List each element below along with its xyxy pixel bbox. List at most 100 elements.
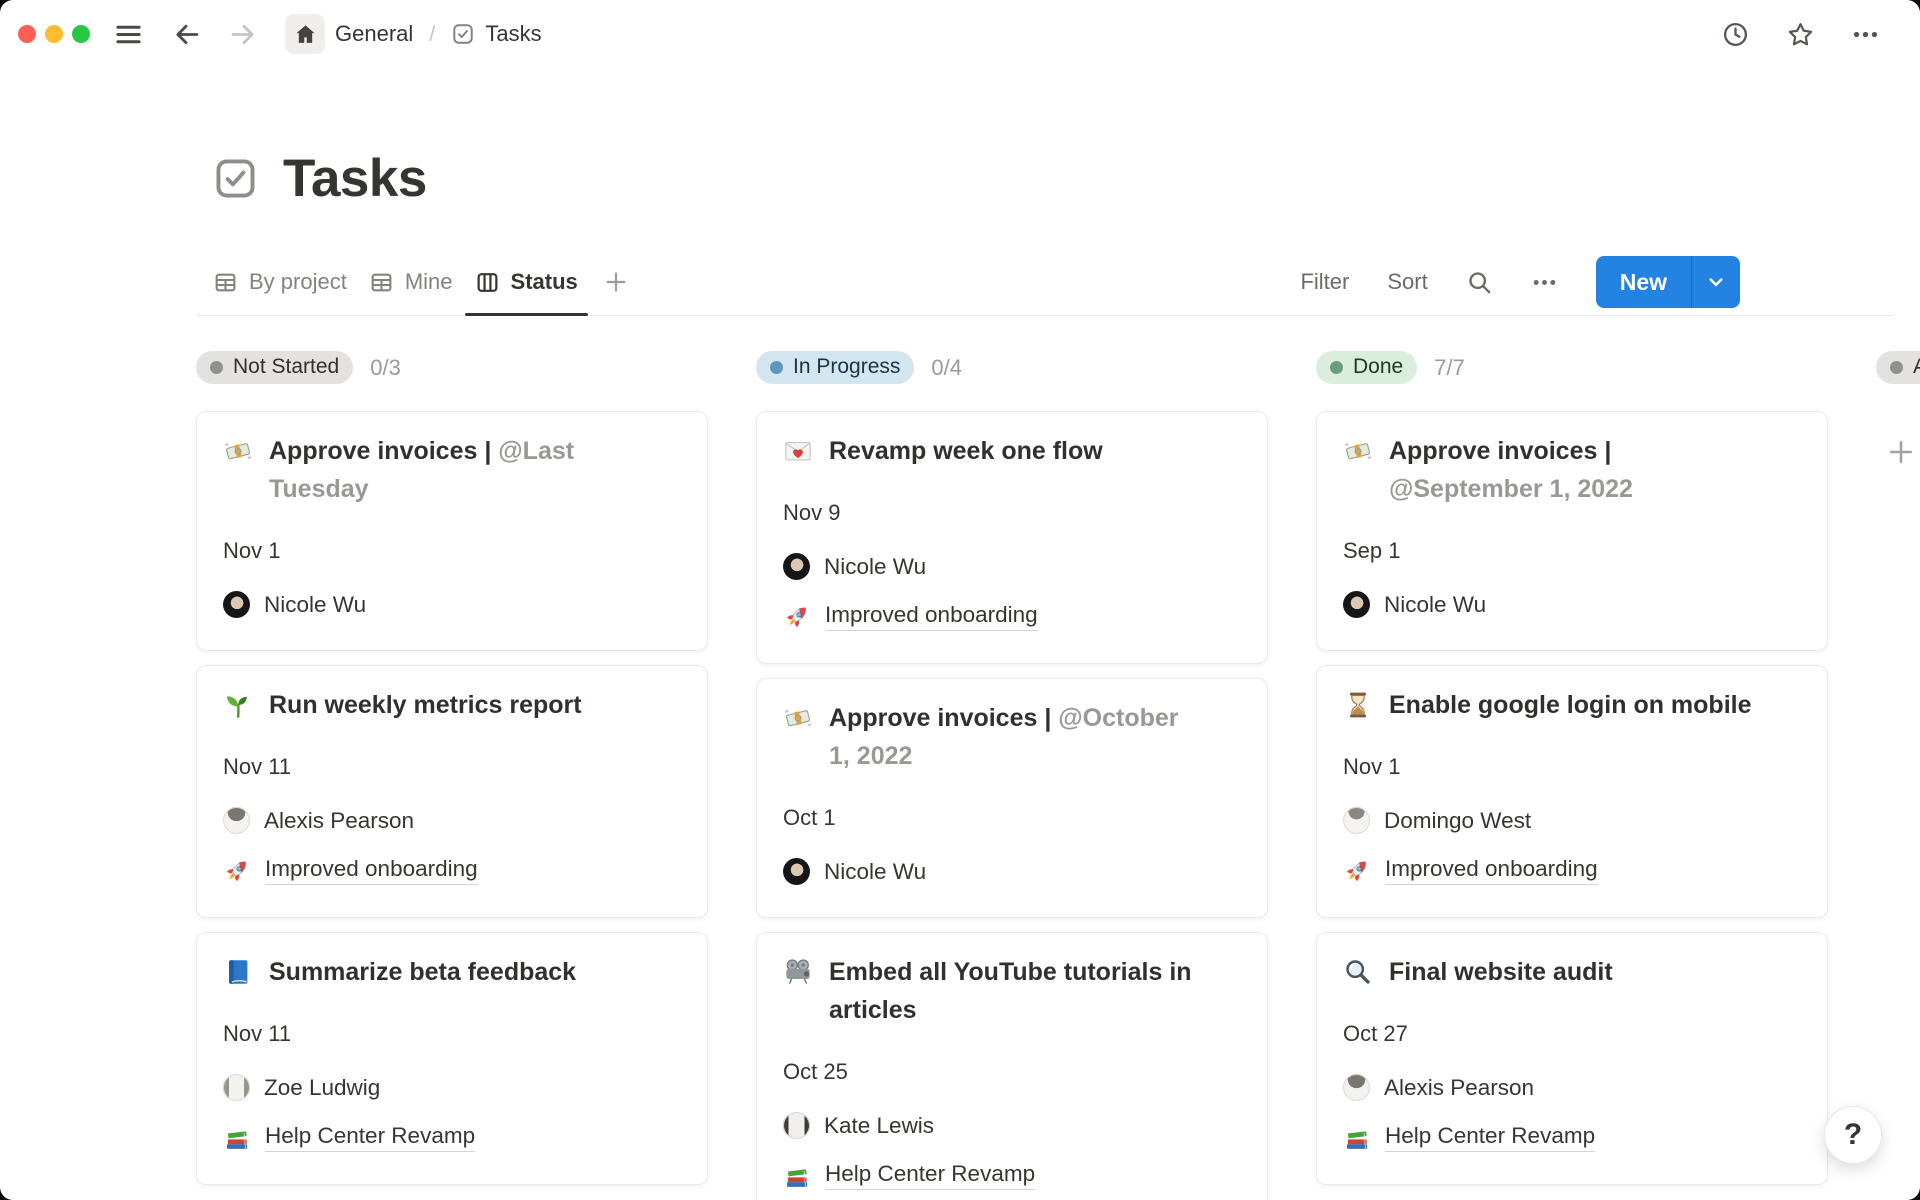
tab-label: Status (511, 269, 578, 295)
new-button[interactable]: New (1596, 256, 1740, 308)
new-dropdown-button[interactable] (1691, 256, 1740, 308)
card-project-link[interactable]: Help Center Revamp (223, 1123, 681, 1152)
love-letter-icon (783, 436, 813, 466)
favorite-button[interactable] (1786, 20, 1815, 49)
card-title-suffix: @September 1, 2022 (1389, 475, 1633, 503)
task-card[interactable]: Approve invoices | @Last Tuesday Nov 1 N… (196, 411, 708, 651)
view-options-icon[interactable] (1531, 269, 1558, 296)
sort-button[interactable]: Sort (1387, 269, 1427, 295)
breadcrumb-home-button[interactable] (285, 14, 325, 54)
card-person: Nicole Wu (783, 858, 1241, 885)
column-header: Done 7/7 (1316, 349, 1828, 386)
board-view-icon (475, 270, 500, 295)
status-dot-icon (210, 361, 223, 374)
window-controls (18, 25, 90, 43)
card-project-link[interactable]: Improved onboarding (783, 602, 1241, 631)
film-projector-icon (783, 957, 813, 987)
column-count: 0/3 (370, 355, 401, 381)
clock-icon (1721, 20, 1750, 49)
filter-button[interactable]: Filter (1300, 269, 1349, 295)
add-view-button[interactable] (589, 249, 643, 315)
tab-by-project[interactable]: By project (202, 249, 358, 315)
avatar (783, 553, 810, 580)
hamburger-icon (114, 20, 143, 49)
add-card-button[interactable] (1886, 437, 1916, 467)
card-person-name: Kate Lewis (824, 1113, 934, 1139)
task-card[interactable]: Final website audit Oct 27 Alexis Pearso… (1316, 932, 1828, 1185)
card-title-main: Approve invoices | (269, 437, 491, 465)
column-status-pill[interactable]: Not Started (196, 351, 353, 384)
sidebar-toggle-button[interactable] (114, 20, 143, 49)
board: Not Started 0/3 Approve invoices | @Last… (196, 349, 1920, 1200)
card-title-main: Enable google login on mobile (1389, 691, 1752, 719)
column-status-pill[interactable]: A (1876, 351, 1920, 384)
card-person-name: Nicole Wu (824, 859, 926, 885)
help-button[interactable]: ? (1824, 1106, 1882, 1164)
card-date: Sep 1 (1343, 538, 1801, 564)
project-label: Help Center Revamp (825, 1161, 1035, 1190)
forward-button[interactable] (228, 20, 257, 49)
minimize-window-button[interactable] (45, 25, 63, 43)
blue-book-icon (223, 957, 253, 987)
card-title-main: Summarize beta feedback (269, 958, 576, 986)
column-pill-label: Not Started (233, 355, 339, 379)
column-status-pill[interactable]: In Progress (756, 351, 914, 384)
card-title-main: Approve invoices | (1389, 437, 1611, 465)
card-person-name: Zoe Ludwig (264, 1075, 380, 1101)
tab-mine[interactable]: Mine (358, 249, 464, 315)
topbar: General / Tasks (0, 0, 1920, 68)
close-window-button[interactable] (18, 25, 36, 43)
page-header: Tasks (212, 148, 1920, 209)
breadcrumb-root[interactable]: General (335, 21, 413, 47)
card-title-row: Run weekly metrics report (223, 686, 681, 724)
status-dot-icon (1890, 361, 1903, 374)
task-card[interactable]: Summarize beta feedback Nov 11 Zoe Ludwi… (196, 932, 708, 1185)
hourglass-icon (1343, 690, 1373, 720)
breadcrumb-page[interactable]: Tasks (451, 21, 541, 47)
column-cards: Revamp week one flow Nov 9 Nicole Wu Imp… (756, 411, 1268, 1200)
tab-status[interactable]: Status (464, 249, 589, 315)
tab-label: Mine (405, 269, 453, 295)
task-card[interactable]: Embed all YouTube tutorials in articles … (756, 932, 1268, 1200)
column-status-pill[interactable]: Done (1316, 351, 1417, 384)
card-date: Nov 1 (223, 538, 681, 564)
view-toolbar: Filter Sort New (1300, 249, 1893, 315)
more-options-button[interactable] (1851, 20, 1880, 49)
project-label: Help Center Revamp (1385, 1123, 1595, 1152)
card-title-main: Approve invoices | (829, 704, 1051, 732)
project-label: Improved onboarding (1385, 856, 1598, 885)
card-title-row: Embed all YouTube tutorials in articles (783, 953, 1241, 1029)
money-with-wings-icon (223, 436, 253, 466)
card-title: Summarize beta feedback (269, 953, 576, 991)
rocket-icon (223, 857, 251, 885)
status-dot-icon (1330, 361, 1343, 374)
back-button[interactable] (173, 20, 202, 49)
card-title-main: Final website audit (1389, 958, 1613, 986)
card-date: Oct 25 (783, 1059, 1241, 1085)
task-card[interactable]: Approve invoices | @October 1, 2022 Oct … (756, 678, 1268, 918)
task-card[interactable]: Revamp week one flow Nov 9 Nicole Wu Imp… (756, 411, 1268, 664)
board-column: In Progress 0/4 Revamp week one flow Nov… (756, 349, 1268, 1200)
home-icon (293, 22, 318, 47)
card-person: Nicole Wu (223, 591, 681, 618)
zoom-window-button[interactable] (72, 25, 90, 43)
back-arrow-icon (173, 20, 202, 49)
card-project-link[interactable]: Help Center Revamp (783, 1161, 1241, 1190)
column-pill-label: A (1913, 355, 1920, 379)
card-project-link[interactable]: Improved onboarding (1343, 856, 1801, 885)
card-date: Nov 1 (1343, 754, 1801, 780)
avatar (783, 1112, 810, 1139)
plus-icon (1886, 437, 1916, 467)
card-project-link[interactable]: Improved onboarding (223, 856, 681, 885)
page-title-checkbox-icon[interactable] (212, 155, 259, 202)
card-project-link[interactable]: Help Center Revamp (1343, 1123, 1801, 1152)
history-button[interactable] (1721, 20, 1750, 49)
card-title-row: Revamp week one flow (783, 432, 1241, 470)
task-card[interactable]: Run weekly metrics report Nov 11 Alexis … (196, 665, 708, 918)
task-card[interactable]: Enable google login on mobile Nov 1 Domi… (1316, 665, 1828, 918)
task-card[interactable]: Approve invoices | @September 1, 2022 Se… (1316, 411, 1828, 651)
new-button-label[interactable]: New (1596, 256, 1691, 308)
table-view-icon (369, 270, 394, 295)
page-content: Tasks By project Mine Status Filter Sort (0, 148, 1920, 1200)
search-icon[interactable] (1466, 269, 1493, 296)
